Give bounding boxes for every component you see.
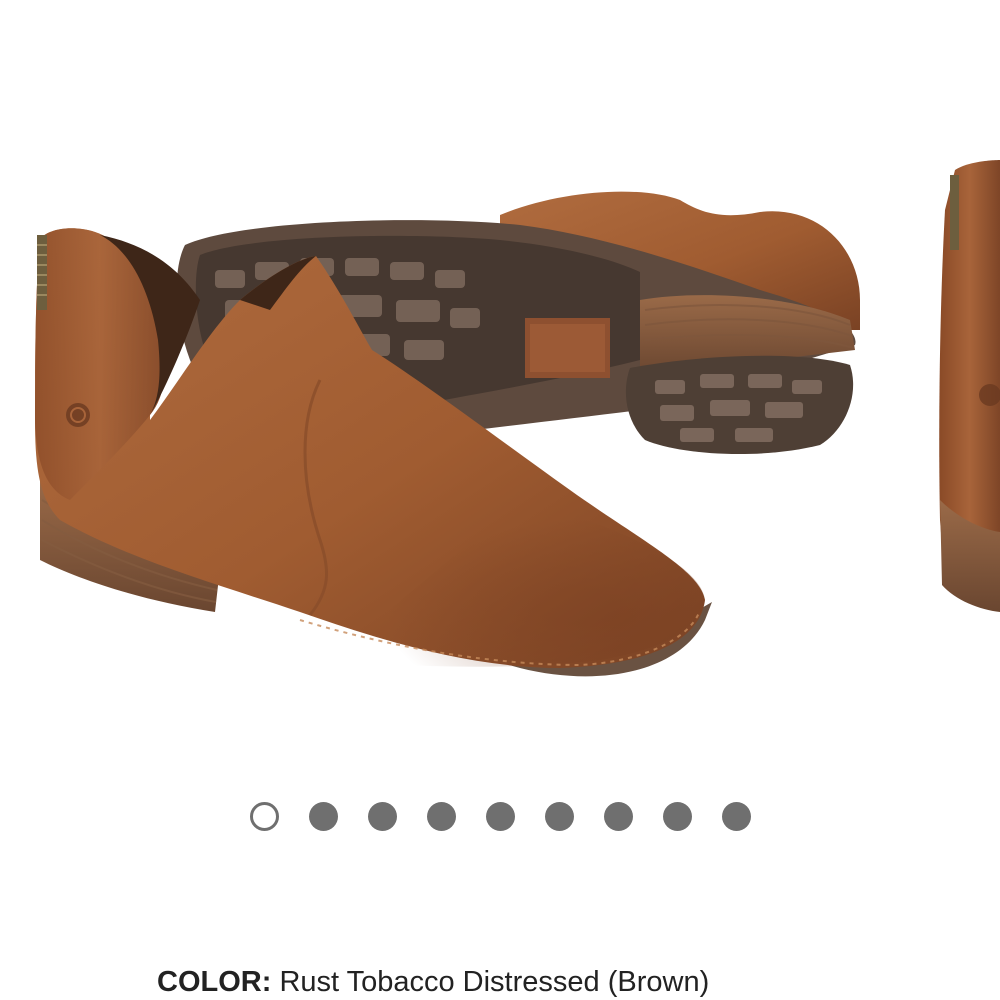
color-selection: COLOR: Rust Tobacco Distressed (Brown) bbox=[157, 966, 709, 999]
carousel-dot[interactable] bbox=[603, 801, 633, 831]
product-page: COLOR: Rust Tobacco Distressed (Brown) bbox=[0, 0, 1000, 1000]
next-slide-peek bbox=[939, 160, 1000, 612]
carousel-dot[interactable] bbox=[544, 801, 574, 831]
carousel-dot[interactable] bbox=[721, 801, 751, 831]
color-value: Rust Tobacco Distressed (Brown) bbox=[279, 966, 710, 998]
product-image[interactable] bbox=[0, 0, 1000, 780]
carousel-dot[interactable] bbox=[485, 801, 515, 831]
carousel-dot[interactable] bbox=[426, 801, 456, 831]
carousel-dot[interactable] bbox=[308, 801, 338, 831]
carousel-dot[interactable] bbox=[662, 801, 692, 831]
product-image-carousel[interactable] bbox=[0, 0, 1000, 780]
carousel-pagination bbox=[0, 800, 1000, 832]
carousel-dot[interactable] bbox=[367, 801, 397, 831]
carousel-dot[interactable] bbox=[249, 801, 279, 831]
color-label: COLOR: bbox=[157, 966, 272, 998]
